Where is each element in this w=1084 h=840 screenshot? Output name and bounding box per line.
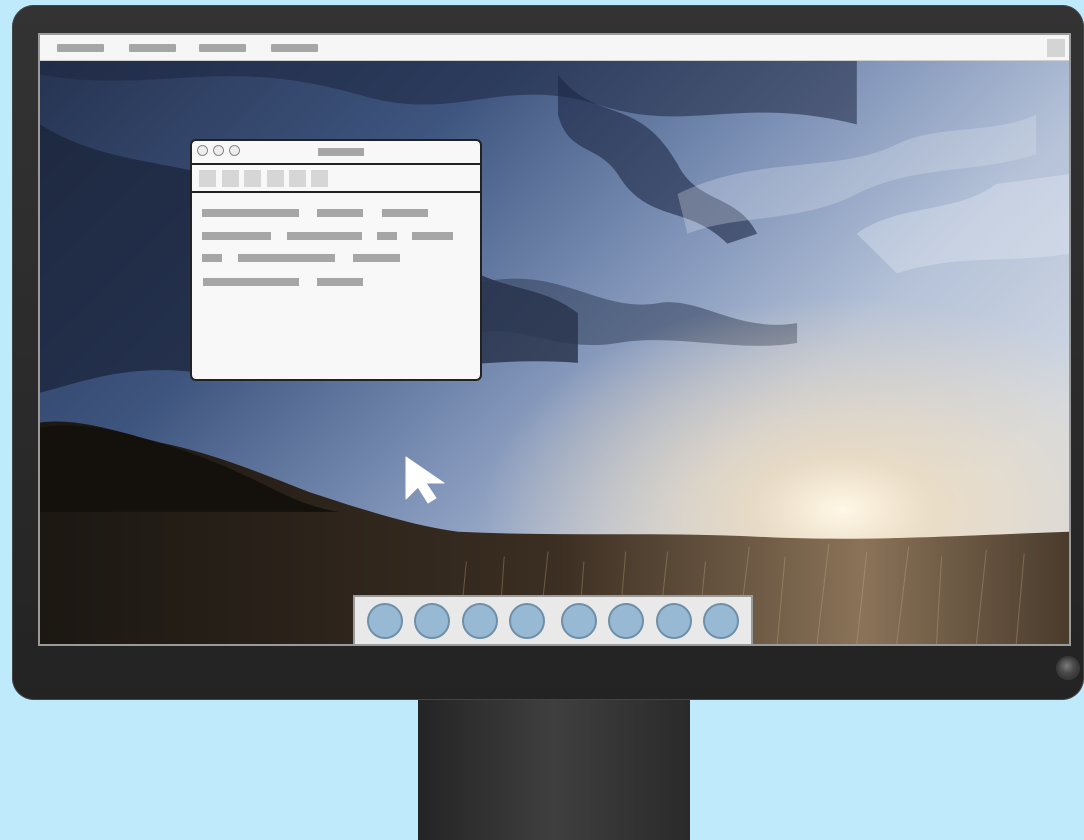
window-toolbar xyxy=(192,165,480,193)
power-button[interactable] xyxy=(1058,658,1078,678)
toolbar-button-2[interactable] xyxy=(222,170,239,187)
menubar-status-icon[interactable] xyxy=(1047,39,1065,57)
toolbar-button-6[interactable] xyxy=(311,170,328,187)
content-text-line xyxy=(377,232,397,240)
dock-app-icon-5[interactable] xyxy=(561,603,597,639)
toolbar-button-3[interactable] xyxy=(244,170,261,187)
app-window xyxy=(190,139,482,381)
zoom-button[interactable] xyxy=(229,145,240,156)
window-titlebar[interactable] xyxy=(192,141,480,165)
minimize-button[interactable] xyxy=(213,145,224,156)
content-text-line xyxy=(317,209,363,217)
dock-app-icon-1[interactable] xyxy=(367,603,403,639)
dock-app-icon-6[interactable] xyxy=(608,603,644,639)
dock-app-icon-8[interactable] xyxy=(703,603,739,639)
desktop-screen xyxy=(38,33,1071,646)
monitor-stand xyxy=(418,700,690,840)
content-text-line xyxy=(287,232,362,240)
content-text-line xyxy=(238,254,335,262)
menu-item-3[interactable] xyxy=(199,44,246,52)
window-title xyxy=(318,148,364,156)
dock-app-icon-7[interactable] xyxy=(656,603,692,639)
content-text-line xyxy=(202,232,271,240)
content-text-line xyxy=(202,254,222,262)
menu-item-2[interactable] xyxy=(129,44,176,52)
toolbar-button-5[interactable] xyxy=(289,170,306,187)
menu-bar xyxy=(40,35,1069,61)
close-button[interactable] xyxy=(197,145,208,156)
content-text-line xyxy=(412,232,453,240)
dock xyxy=(353,595,753,644)
content-text-line xyxy=(382,209,428,217)
content-text-line xyxy=(353,254,400,262)
toolbar-button-1[interactable] xyxy=(199,170,216,187)
menu-item-4[interactable] xyxy=(271,44,318,52)
dock-app-icon-4[interactable] xyxy=(509,603,545,639)
dock-app-icon-3[interactable] xyxy=(462,603,498,639)
dock-app-icon-2[interactable] xyxy=(414,603,450,639)
arrow-pointer-icon xyxy=(405,456,445,504)
content-text-line xyxy=(202,209,299,217)
menu-item-1[interactable] xyxy=(57,44,104,52)
content-text-line xyxy=(317,278,363,286)
toolbar-button-4[interactable] xyxy=(267,170,284,187)
content-text-line xyxy=(203,278,299,286)
